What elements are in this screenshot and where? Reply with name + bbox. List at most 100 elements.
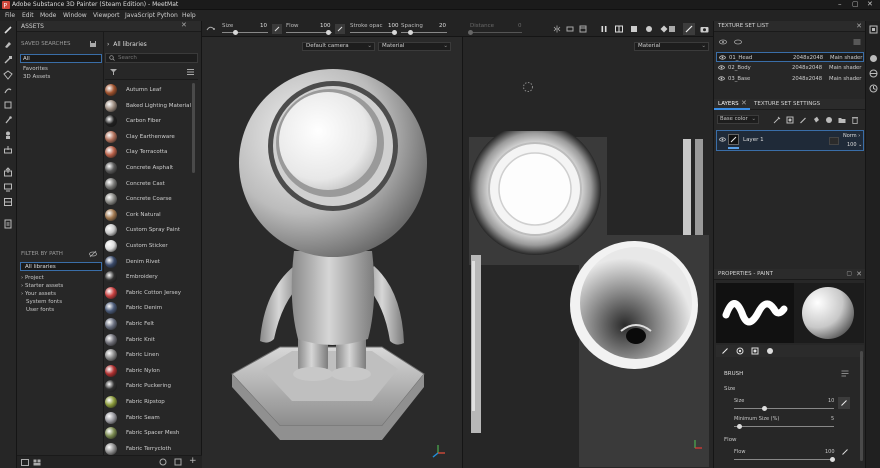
layer-mask-slot[interactable] xyxy=(829,137,839,145)
menu-viewport[interactable]: Viewport xyxy=(93,12,120,19)
history-panel-icon[interactable] xyxy=(869,84,878,93)
add-fill-layer-icon[interactable] xyxy=(812,116,820,124)
brush-size-value[interactable]: 10 xyxy=(828,398,834,404)
iray-icon[interactable] xyxy=(660,25,668,33)
menu-file[interactable]: File xyxy=(5,12,15,19)
search-input[interactable] xyxy=(118,54,196,62)
layer-channel-dropdown[interactable]: Base color ⌄ xyxy=(717,115,759,124)
list-view-icon[interactable] xyxy=(186,68,195,76)
texture-set-row[interactable]: 02_Body 2048x2048 Main shader xyxy=(716,63,864,73)
material-list-item[interactable]: Fabric Puckering xyxy=(105,379,200,394)
brush-flow-slider[interactable] xyxy=(734,459,834,460)
import-icon[interactable] xyxy=(21,459,29,466)
bake-icon[interactable] xyxy=(3,145,13,155)
material-list-item[interactable]: Fabric Ripstop xyxy=(105,395,200,410)
stroke-opacity-slider[interactable] xyxy=(350,32,396,33)
2d-view-icon[interactable] xyxy=(645,25,653,33)
filter-starter-assets[interactable]: › Starter assets xyxy=(21,283,63,289)
material-list-item[interactable]: Fabric Cotton Jersey xyxy=(105,286,200,301)
eraser-icon[interactable] xyxy=(3,40,13,50)
channel-dropdown-3d[interactable]: Material ⌄ xyxy=(378,42,451,51)
viewport-3d[interactable]: Default camera ⌄ Material ⌄ xyxy=(202,37,462,468)
panel-close-icon[interactable]: ✕ xyxy=(856,22,862,30)
layer-name[interactable]: Layer 1 xyxy=(743,137,764,143)
layer-blend-mode[interactable]: Norm › xyxy=(843,133,860,139)
material-list-item[interactable]: Clay Terracotta xyxy=(105,145,200,160)
menu-edit[interactable]: Edit xyxy=(22,12,34,19)
brush-size-knob[interactable] xyxy=(762,406,767,411)
search-field[interactable] xyxy=(105,53,198,63)
material-list-item[interactable]: Concrete Asphalt xyxy=(105,161,200,176)
material-list-item[interactable]: Concrete Coarse xyxy=(105,192,200,207)
shelf-icon[interactable] xyxy=(3,197,13,207)
tab-texture-set-settings[interactable]: TEXTURE SET SETTINGS xyxy=(754,101,820,107)
panel-close-icon[interactable]: ✕ xyxy=(181,21,187,29)
layer-visibility-icon[interactable] xyxy=(719,137,726,142)
material-list-item[interactable]: Embroidery xyxy=(105,270,200,285)
min-size-knob[interactable] xyxy=(737,424,742,429)
alpha-tab-icon[interactable] xyxy=(736,347,744,355)
add-effect-icon[interactable] xyxy=(773,116,781,124)
view-settings-icon[interactable] xyxy=(668,25,676,33)
saved-search-3d-assets[interactable]: 3D Assets xyxy=(23,74,50,80)
properties-scrollbar[interactable] xyxy=(860,351,863,461)
material-list-item[interactable]: Cork Natural xyxy=(105,208,200,223)
log-icon[interactable] xyxy=(3,219,13,229)
close-icon[interactable]: ✕ xyxy=(867,0,873,8)
hide-filter-icon[interactable] xyxy=(89,250,97,258)
size-pen-pressure-button[interactable] xyxy=(272,24,282,34)
tab-layers[interactable]: LAYERS xyxy=(718,101,739,107)
menu-mode[interactable]: Mode xyxy=(40,12,56,19)
display-panel-icon[interactable] xyxy=(869,54,878,63)
screenshot-camera-icon[interactable] xyxy=(700,25,709,33)
menu-javascript[interactable]: JavaScript xyxy=(125,12,155,19)
material-list-item[interactable]: Fabric Felt xyxy=(105,317,200,332)
menu-help[interactable]: Help xyxy=(182,12,196,19)
material-list-item[interactable]: Concrete Cast xyxy=(105,177,200,192)
symmetry-icon[interactable] xyxy=(553,25,561,33)
lazy-mouse-icon[interactable] xyxy=(206,24,215,33)
saved-search-all[interactable]: All xyxy=(20,54,102,63)
material-list-item[interactable]: Fabric Nylon xyxy=(105,364,200,379)
filter-system-fonts[interactable]: System fonts xyxy=(26,299,62,305)
paint-mode-button[interactable] xyxy=(683,23,695,35)
maximize-icon[interactable]: ▢ xyxy=(852,0,859,8)
flow-pen-pressure-button[interactable] xyxy=(335,24,345,34)
texture-set-row[interactable]: 01_Head 2048x2048 Main shader xyxy=(716,52,864,62)
minimize-icon[interactable]: – xyxy=(838,0,842,8)
eye-icon[interactable] xyxy=(719,39,727,45)
spacing-value[interactable]: 20 xyxy=(439,23,446,29)
size-slider-knob[interactable] xyxy=(233,30,238,35)
menu-python[interactable]: Python xyxy=(157,12,178,19)
filter-your-assets[interactable]: › Your assets xyxy=(21,291,56,297)
material-tab-icon[interactable] xyxy=(766,347,774,355)
panel-close-icon[interactable]: ✕ xyxy=(856,270,862,278)
brush-flow-value[interactable]: 100 xyxy=(825,449,835,455)
filter-all-libraries[interactable]: All libraries xyxy=(20,262,102,271)
visibility-eye-icon[interactable] xyxy=(718,76,725,81)
material-list-item[interactable]: Denim Rivet xyxy=(105,255,200,270)
pause-icon[interactable] xyxy=(600,25,608,33)
color-picker-icon[interactable] xyxy=(3,130,13,140)
material-list-item[interactable]: Fabric Denim xyxy=(105,301,200,316)
visibility-eye-icon[interactable] xyxy=(719,55,726,60)
min-size-slider[interactable] xyxy=(734,426,834,427)
spacing-slider-knob[interactable] xyxy=(408,30,413,35)
material-list-item[interactable]: Carbon Fiber xyxy=(105,114,200,129)
add-smart-material-icon[interactable] xyxy=(825,116,833,124)
material-list-item[interactable]: Custom Spray Paint xyxy=(105,223,200,238)
tab-close-icon[interactable]: ✕ xyxy=(741,99,747,107)
settings-circle-icon[interactable] xyxy=(159,458,167,466)
float-panel-icon[interactable]: ▢ xyxy=(846,270,852,277)
texture-set-panel-icon[interactable] xyxy=(869,25,878,34)
size-pressure-button[interactable] xyxy=(838,397,850,409)
brush-tab-icon[interactable] xyxy=(721,347,729,355)
saved-search-favorites[interactable]: Favorites xyxy=(23,66,48,72)
filter-project[interactable]: › Project xyxy=(21,275,44,281)
flow-pressure-icon[interactable] xyxy=(841,448,849,456)
material-list-item[interactable]: Fabric Knit xyxy=(105,333,200,348)
brush-flow-knob[interactable] xyxy=(830,457,835,462)
layer-opacity[interactable]: 100 ⌄ xyxy=(847,142,862,148)
texture-set-row[interactable]: 03_Base 2048x2048 Main shader xyxy=(716,74,864,84)
visibility-eye-icon[interactable] xyxy=(718,65,725,70)
